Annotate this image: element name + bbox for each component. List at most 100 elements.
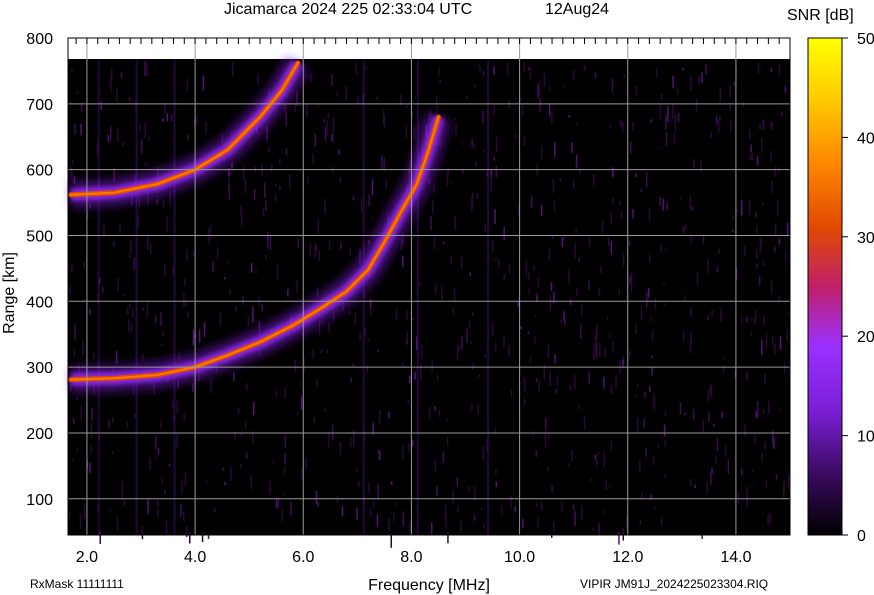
noise-speck [451, 256, 453, 264]
noise-speck [132, 310, 134, 318]
noise-speck [730, 121, 732, 132]
noise-speck [164, 490, 166, 494]
noise-speck [286, 148, 288, 155]
noise-speck [242, 296, 244, 305]
noise-speck [772, 431, 774, 444]
noise-speck [187, 312, 189, 319]
noise-speck [635, 396, 637, 398]
noise-speck [691, 307, 693, 316]
noise-speck [414, 128, 416, 138]
noise-speck [160, 421, 162, 428]
noise-speck [161, 344, 163, 346]
interference-streak [487, 60, 489, 535]
noise-speck [607, 317, 609, 320]
noise-speck [435, 283, 437, 294]
noise-speck [447, 172, 449, 186]
noise-speck [82, 342, 84, 355]
noise-speck [317, 503, 319, 506]
x-tick-label: 4.0 [184, 549, 206, 566]
noise-speck [623, 254, 625, 267]
noise-speck [202, 533, 204, 542]
noise-speck [751, 154, 753, 160]
noise-speck [649, 207, 651, 221]
noise-speck [684, 413, 686, 415]
noise-speck [69, 511, 71, 518]
noise-speck [568, 463, 570, 467]
noise-speck [763, 408, 765, 414]
noise-speck [665, 115, 667, 129]
noise-speck [467, 95, 469, 99]
noise-speck [720, 88, 722, 102]
colorbar-tick-label: 10 [857, 429, 874, 446]
noise-speck [623, 528, 625, 541]
noise-speck [783, 481, 785, 493]
noise-speck [71, 170, 73, 181]
noise-speck [743, 102, 745, 107]
noise-speck [290, 502, 292, 515]
noise-speck [286, 113, 288, 126]
noise-speck [579, 168, 581, 174]
noise-speck [355, 313, 357, 325]
noise-speck [770, 151, 772, 162]
y-tick-label: 100 [26, 492, 53, 509]
noise-speck [611, 441, 613, 451]
noise-speck [690, 195, 692, 210]
noise-speck [301, 468, 303, 481]
noise-speck [372, 180, 374, 196]
interference-streak [136, 60, 138, 535]
noise-speck [431, 360, 433, 372]
noise-speck [504, 275, 506, 281]
noise-speck [454, 217, 456, 230]
noise-speck [452, 490, 454, 503]
noise-speck [732, 230, 734, 233]
noise-speck [289, 174, 291, 188]
noise-speck [746, 373, 748, 380]
noise-speck [655, 298, 657, 309]
noise-speck [276, 391, 278, 398]
noise-speck [570, 385, 572, 391]
noise-speck [184, 278, 186, 286]
noise-speck [412, 318, 414, 320]
noise-speck [755, 310, 757, 324]
noise-speck [515, 134, 517, 139]
noise-speck [576, 155, 578, 169]
noise-speck [451, 180, 453, 182]
x-tick-label: 14.0 [720, 549, 751, 566]
noise-speck [492, 323, 494, 336]
noise-speck [544, 73, 546, 87]
noise-speck [573, 181, 575, 188]
noise-speck [412, 111, 414, 119]
noise-speck [761, 341, 763, 356]
noise-speck [528, 67, 530, 70]
noise-speck [530, 356, 532, 363]
noise-speck [744, 245, 746, 257]
noise-speck [574, 375, 576, 389]
noise-speck [273, 461, 275, 465]
noise-speck [177, 401, 179, 413]
noise-speck [333, 118, 335, 132]
noise-speck [434, 186, 436, 194]
noise-speck [524, 398, 526, 406]
noise-speck [261, 304, 263, 312]
noise-speck [661, 244, 663, 254]
noise-speck [573, 504, 575, 510]
noise-speck [612, 173, 614, 177]
noise-speck [285, 387, 287, 399]
noise-speck [495, 343, 497, 352]
noise-speck [328, 432, 330, 448]
noise-speck [212, 261, 214, 272]
noise-speck [466, 329, 468, 343]
noise-speck [121, 72, 123, 78]
noise-speck [646, 172, 648, 188]
noise-speck [474, 514, 476, 521]
noise-speck [576, 288, 578, 297]
noise-speck [651, 367, 653, 375]
noise-speck [457, 507, 459, 512]
noise-speck [498, 259, 500, 267]
noise-speck [351, 378, 353, 383]
noise-speck [443, 241, 445, 245]
noise-speck [754, 434, 756, 443]
noise-speck [692, 207, 694, 211]
noise-speck [539, 82, 541, 96]
noise-speck [139, 124, 141, 131]
